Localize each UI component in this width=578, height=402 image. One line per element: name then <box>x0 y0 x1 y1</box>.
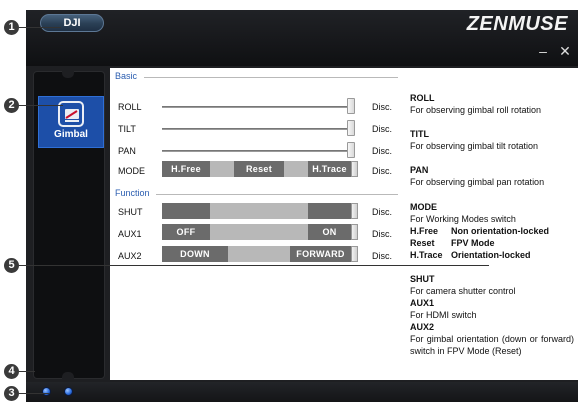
settings-panel: Basic ROLL Disc. TILT Disc. PAN Disc. MO… <box>110 68 578 380</box>
section-title-basic: Basic <box>115 71 138 81</box>
sidebar-item-label: Gimbal <box>54 129 88 140</box>
help-pan-title: PAN <box>410 165 429 175</box>
shut-label: SHUT <box>118 207 143 217</box>
status-bar <box>26 382 578 402</box>
section-divider-function <box>156 194 398 195</box>
shut-segment-left[interactable] <box>162 203 210 219</box>
mode-gap-2 <box>284 161 308 177</box>
aux2-switch[interactable]: DOWN FORWARD <box>162 246 358 262</box>
aux1-switch-thumb[interactable] <box>351 224 358 240</box>
help-mode-value-reset: FPV Mode <box>451 238 495 248</box>
help-roll-text: For observing gimbal roll rotation <box>410 105 542 115</box>
help-mode-value-htrace: Orientation-locked <box>451 250 531 260</box>
callout-1-leader <box>19 27 61 28</box>
help-shut-title: SHUT <box>410 274 435 284</box>
app-window: DJI ZENMUSE – ✕ Gimbal Basic ROLL Disc. … <box>26 10 578 402</box>
help-mode-title: MODE <box>410 202 437 212</box>
status-led-2 <box>64 387 73 396</box>
screenshot-stage: 1 2 5 4 3 DJI ZENMUSE – ✕ Gimbal Basic R… <box>0 0 578 402</box>
mode-gap-1 <box>210 161 234 177</box>
title-bar: DJI ZENMUSE – ✕ <box>26 10 578 66</box>
help-mode-value-hfree: Non orientation-locked <box>451 226 550 236</box>
sidebar-notch-top <box>62 68 74 78</box>
help-pan-text: For observing gimbal pan rotation <box>410 177 545 187</box>
callout-3-leader <box>19 393 49 394</box>
callout-5-leader <box>19 265 489 266</box>
status-led-1 <box>42 387 51 396</box>
aux2-switch-thumb[interactable] <box>351 246 358 262</box>
sidebar-item-gimbal[interactable]: Gimbal <box>38 96 104 148</box>
help-mode-key-hfree: H.Free <box>410 226 439 236</box>
aux1-option-off[interactable]: OFF <box>162 224 210 240</box>
callout-1: 1 <box>4 20 19 35</box>
aux2-option-down[interactable]: DOWN <box>162 246 228 262</box>
roll-slider-track[interactable] <box>162 106 352 108</box>
help-mode-text: For Working Modes switch <box>410 214 516 224</box>
roll-slider-thumb[interactable] <box>347 98 355 114</box>
callout-5: 5 <box>4 258 19 273</box>
aux1-status: Disc. <box>372 229 392 239</box>
close-button[interactable]: ✕ <box>558 44 572 58</box>
help-shut-text: For camera shutter control <box>410 286 516 296</box>
tilt-slider-track[interactable] <box>162 128 352 130</box>
mode-option-reset[interactable]: Reset <box>234 161 284 177</box>
callout-4-leader <box>19 371 35 372</box>
aux2-option-forward[interactable]: FORWARD <box>290 246 351 262</box>
section-title-function: Function <box>115 188 150 198</box>
callout-2-leader <box>19 105 63 106</box>
mode-label: MODE <box>118 166 145 176</box>
roll-status: Disc. <box>372 102 392 112</box>
mode-option-htrace[interactable]: H.Trace <box>308 161 351 177</box>
shut-switch[interactable] <box>162 203 358 219</box>
mode-switch[interactable]: H.Free Reset H.Trace <box>162 161 358 177</box>
sidebar-notch-bottom <box>62 372 74 382</box>
aux1-label: AUX1 <box>118 229 142 239</box>
roll-label: ROLL <box>118 102 142 112</box>
mode-option-hfree[interactable]: H.Free <box>162 161 210 177</box>
pan-label: PAN <box>118 146 136 156</box>
help-tilt-text: For observing gimbal tilt rotation <box>410 141 539 151</box>
tilt-slider-thumb[interactable] <box>347 120 355 136</box>
aux1-option-on[interactable]: ON <box>308 224 351 240</box>
callout-2: 2 <box>4 98 19 113</box>
pan-slider-track[interactable] <box>162 150 352 152</box>
help-aux2-text: For gimbal orientation (down or forward)… <box>410 334 574 356</box>
shut-switch-thumb[interactable] <box>351 203 358 219</box>
help-roll-title: ROLL <box>410 93 435 103</box>
callout-4: 4 <box>4 364 19 379</box>
callout-3: 3 <box>4 386 19 401</box>
help-aux1-title: AUX1 <box>410 298 435 308</box>
shut-status: Disc. <box>372 207 392 217</box>
brand-button[interactable]: DJI <box>40 14 104 32</box>
aux2-label: AUX2 <box>118 251 142 261</box>
mode-status: Disc. <box>372 166 392 176</box>
tilt-label: TILT <box>118 124 136 134</box>
help-tilt-title: TITL <box>410 129 429 139</box>
shut-segment-right[interactable] <box>308 203 351 219</box>
minimize-button[interactable]: – <box>536 44 550 58</box>
product-title: ZENMUSE <box>466 13 568 35</box>
help-mode-key-htrace: H.Trace <box>410 250 443 260</box>
section-divider-basic <box>144 77 398 78</box>
pan-status: Disc. <box>372 146 392 156</box>
help-aux2-title: AUX2 <box>410 322 435 332</box>
tilt-status: Disc. <box>372 124 392 134</box>
aux2-status: Disc. <box>372 251 392 261</box>
help-mode-key-reset: Reset <box>410 238 435 248</box>
pan-slider-thumb[interactable] <box>347 142 355 158</box>
help-aux1-text: For HDMI switch <box>410 310 477 320</box>
aux1-switch[interactable]: OFF ON <box>162 224 358 240</box>
mode-switch-thumb[interactable] <box>351 161 358 177</box>
